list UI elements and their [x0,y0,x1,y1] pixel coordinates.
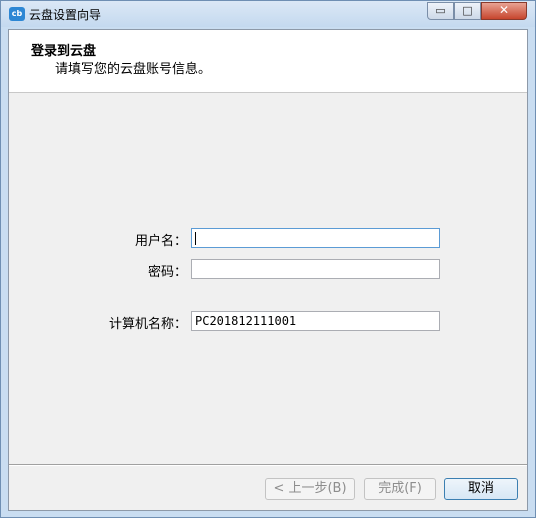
cloud-disk-app-icon: cb [9,7,25,21]
computer-name-label: 计算机名称： [108,317,187,332]
window-title: 云盘设置向导 [29,8,102,22]
username-field[interactable] [191,228,440,248]
minimize-button[interactable]: ▭ [427,2,454,20]
password-field[interactable] [191,259,440,279]
page-title: 登录到云盘 [31,44,97,59]
maximize-button[interactable]: □ [454,2,481,20]
page-subtitle: 请填写您的云盘账号信息。 [55,62,212,77]
finish-button[interactable]: 完成(F) [364,478,436,500]
wizard-window: cb 云盘设置向导 ▭ □ ✕ 登录到云盘 请填写您的云盘账号信息。 用户名： … [0,0,536,518]
wizard-page: 登录到云盘 请填写您的云盘账号信息。 用户名： 密码： 计算机名称： PC201… [8,29,528,511]
username-label: 用户名： [134,234,187,249]
title-bar[interactable]: cb 云盘设置向导 ▭ □ ✕ [1,1,535,27]
password-label: 密码： [147,265,187,280]
cancel-button[interactable]: 取消 [444,478,518,500]
wizard-header: 登录到云盘 请填写您的云盘账号信息。 [9,30,527,93]
back-button[interactable]: < 上一步(B) [265,478,355,500]
text-caret [195,232,196,245]
computer-name-field[interactable]: PC201812111001 [191,311,440,331]
close-button[interactable]: ✕ [481,2,527,20]
footer-divider [9,464,527,466]
